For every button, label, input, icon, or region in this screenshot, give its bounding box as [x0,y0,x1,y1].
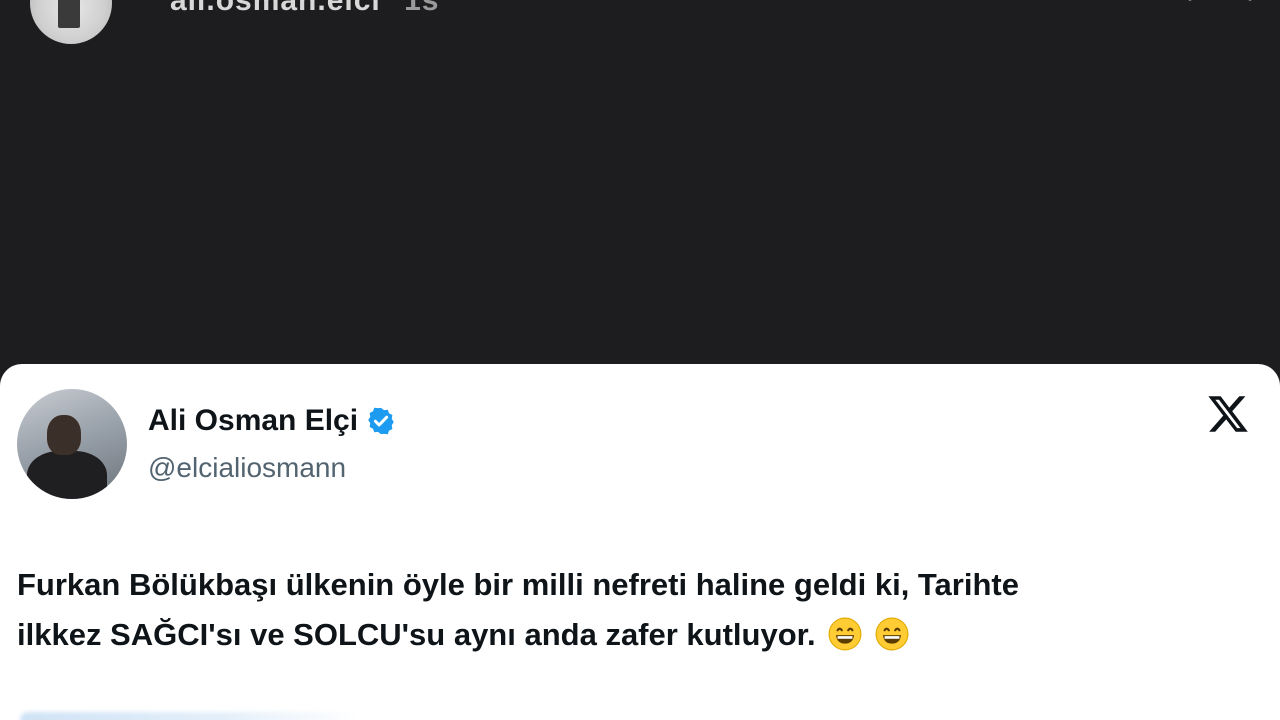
display-name-row: Ali Osman Elçi [148,404,396,438]
close-button[interactable] [1188,0,1258,20]
story-username[interactable]: ali.osman.elci 1s [170,0,439,18]
story-header: ali.osman.elci 1s [0,0,1280,60]
handle[interactable]: @elcialiosmann [148,452,346,484]
story-username-text: ali.osman.elci [170,0,381,17]
x-logo-icon[interactable] [1206,392,1250,436]
avatar-head [47,415,81,455]
story-time: 1s [404,0,440,17]
tweet-avatar[interactable] [17,389,127,499]
tweet-text: Furkan Bölükbaşı ülkenin öyle bir milli … [17,560,1257,660]
display-name[interactable]: Ali Osman Elçi [148,404,358,438]
avatar-body [27,451,107,499]
tweet-text-line2: ilkkez SAĞCI'sı ve SOLCU'su aynı anda za… [17,617,816,652]
tweet-card[interactable]: Ali Osman Elçi @elcialiosmann Furkan Böl… [0,364,1280,720]
avatar-figure [58,0,80,28]
story-viewer: ali.osman.elci 1s Ali Osman Elçi @elcial… [0,0,1280,720]
grinning-face-emoji [875,617,909,651]
link-preview-fragment [20,712,360,720]
close-icon [1188,0,1252,1]
story-avatar[interactable] [30,0,112,44]
grinning-face-emoji [828,617,862,651]
tweet-text-line1: Furkan Bölükbaşı ülkenin öyle bir milli … [17,567,1019,602]
verified-badge-icon [368,407,394,435]
